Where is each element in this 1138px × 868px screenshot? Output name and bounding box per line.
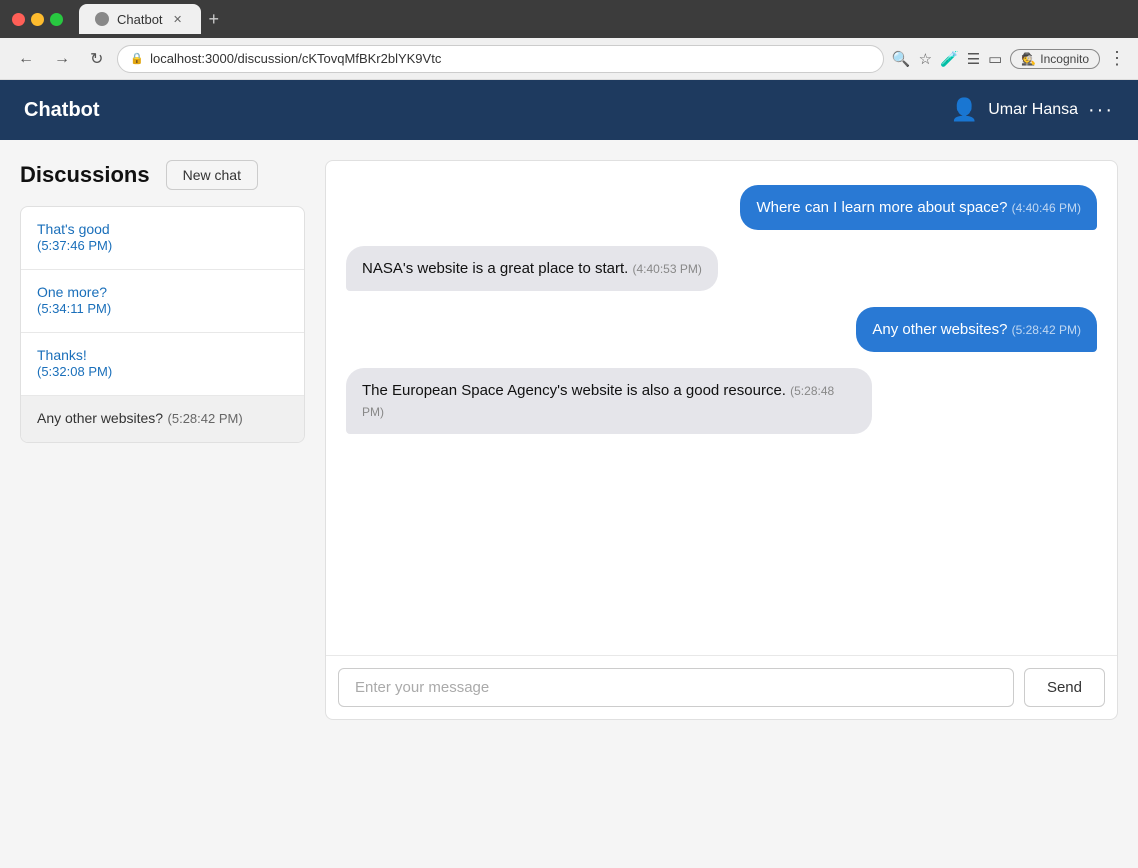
user-name: Umar Hansa	[988, 101, 1078, 119]
sidebar: Discussions New chat That's good (5:37:4…	[20, 160, 305, 443]
browser-toolbar: ← → ↻ 🔒 localhost:3000/discussion/cKTovq…	[0, 38, 1138, 80]
toolbar-actions: 🔍 ☆ 🧪 ☰ ▭ 🕵️ Incognito ⋮	[892, 48, 1126, 69]
discussion-item-4[interactable]: Any other websites? (5:28:42 PM)	[21, 396, 304, 442]
message-bubble-3: Any other websites? (5:28:42 PM)	[856, 307, 1097, 352]
discussion-link-2[interactable]: One more?	[37, 284, 288, 300]
message-4: The European Space Agency's website is a…	[346, 368, 872, 434]
message-3: Any other websites? (5:28:42 PM)	[856, 307, 1097, 352]
traffic-lights	[12, 13, 63, 26]
active-tab[interactable]: Chatbot ✕	[79, 4, 201, 34]
discussion-item-3[interactable]: Thanks! (5:32:08 PM)	[21, 333, 304, 396]
incognito-label: Incognito	[1040, 52, 1089, 66]
header-more-button[interactable]: ···	[1088, 99, 1114, 122]
user-avatar-icon: 👤	[951, 97, 978, 123]
discussion-item-2[interactable]: One more? (5:34:11 PM)	[21, 270, 304, 333]
discussion-item-1[interactable]: That's good (5:37:46 PM)	[21, 207, 304, 270]
app-header: Chatbot 👤 Umar Hansa ···	[0, 80, 1138, 140]
discussion-text-4: Any other websites?	[37, 410, 163, 426]
readinglist-icon[interactable]: ☰	[967, 50, 980, 68]
split-icon[interactable]: ▭	[988, 50, 1002, 68]
message-time-1: (4:40:46 PM)	[1012, 201, 1081, 215]
browser-menu-button[interactable]: ⋮	[1108, 48, 1126, 69]
forward-button[interactable]: →	[48, 46, 76, 72]
bookmark-icon[interactable]: ☆	[919, 50, 932, 68]
tab-label: Chatbot	[117, 12, 163, 27]
message-text-2: NASA's website is a great place to start…	[362, 260, 628, 277]
minimize-window-button[interactable]	[31, 13, 44, 26]
message-2: NASA's website is a great place to start…	[346, 246, 718, 291]
main-content: Discussions New chat That's good (5:37:4…	[20, 160, 1118, 720]
message-text-4: The European Space Agency's website is a…	[362, 382, 786, 399]
message-time-3: (5:28:42 PM)	[1012, 323, 1081, 337]
maximize-window-button[interactable]	[50, 13, 63, 26]
tab-bar: Chatbot ✕ +	[79, 4, 1126, 34]
app-body: Discussions New chat That's good (5:37:4…	[0, 140, 1138, 868]
message-bubble-1: Where can I learn more about space? (4:4…	[740, 185, 1097, 230]
url-text: localhost:3000/discussion/cKTovqMfBKr2bl…	[150, 51, 441, 66]
message-1: Where can I learn more about space? (4:4…	[740, 185, 1097, 230]
incognito-badge: 🕵️ Incognito	[1010, 49, 1100, 69]
sidebar-header: Discussions New chat	[20, 160, 305, 190]
discussion-link-3[interactable]: Thanks!	[37, 347, 288, 363]
close-window-button[interactable]	[12, 13, 25, 26]
discussion-time-4: (5:28:42 PM)	[168, 411, 243, 426]
message-bubble-4: The European Space Agency's website is a…	[346, 368, 872, 434]
discussion-list: That's good (5:37:46 PM) One more? (5:34…	[20, 206, 305, 443]
tab-favicon	[95, 12, 109, 26]
discussion-time-3: (5:32:08 PM)	[37, 364, 112, 379]
user-info: 👤 Umar Hansa ···	[951, 97, 1114, 123]
send-button[interactable]: Send	[1024, 668, 1105, 707]
title-bar: Chatbot ✕ +	[0, 0, 1138, 38]
tab-close-button[interactable]: ✕	[171, 12, 185, 26]
address-bar[interactable]: 🔒 localhost:3000/discussion/cKTovqMfBKr2…	[117, 45, 883, 73]
search-icon[interactable]: 🔍	[892, 50, 911, 68]
chat-input-area: Send	[326, 655, 1117, 719]
discussion-link-1[interactable]: That's good	[37, 221, 288, 237]
incognito-icon: 🕵️	[1021, 52, 1036, 66]
app-title: Chatbot	[24, 99, 100, 122]
lock-icon: 🔒	[130, 52, 144, 65]
message-text-3: Any other websites?	[872, 321, 1007, 338]
new-chat-button[interactable]: New chat	[166, 160, 258, 190]
chat-messages: Where can I learn more about space? (4:4…	[326, 161, 1117, 655]
back-button[interactable]: ←	[12, 46, 40, 72]
message-text-1: Where can I learn more about space?	[756, 199, 1007, 216]
browser-window: Chatbot ✕ + ← → ↻ 🔒 localhost:3000/discu…	[0, 0, 1138, 868]
discussions-title: Discussions	[20, 162, 150, 188]
discussion-time-2: (5:34:11 PM)	[37, 301, 111, 316]
extension-icon[interactable]: 🧪	[940, 50, 959, 68]
chat-container: Where can I learn more about space? (4:4…	[325, 160, 1118, 720]
discussion-time-1: (5:37:46 PM)	[37, 238, 112, 253]
message-time-2: (4:40:53 PM)	[633, 262, 702, 276]
reload-button[interactable]: ↻	[84, 45, 109, 73]
message-input[interactable]	[338, 668, 1014, 707]
new-tab-button[interactable]: +	[201, 9, 228, 30]
message-bubble-2: NASA's website is a great place to start…	[346, 246, 718, 291]
